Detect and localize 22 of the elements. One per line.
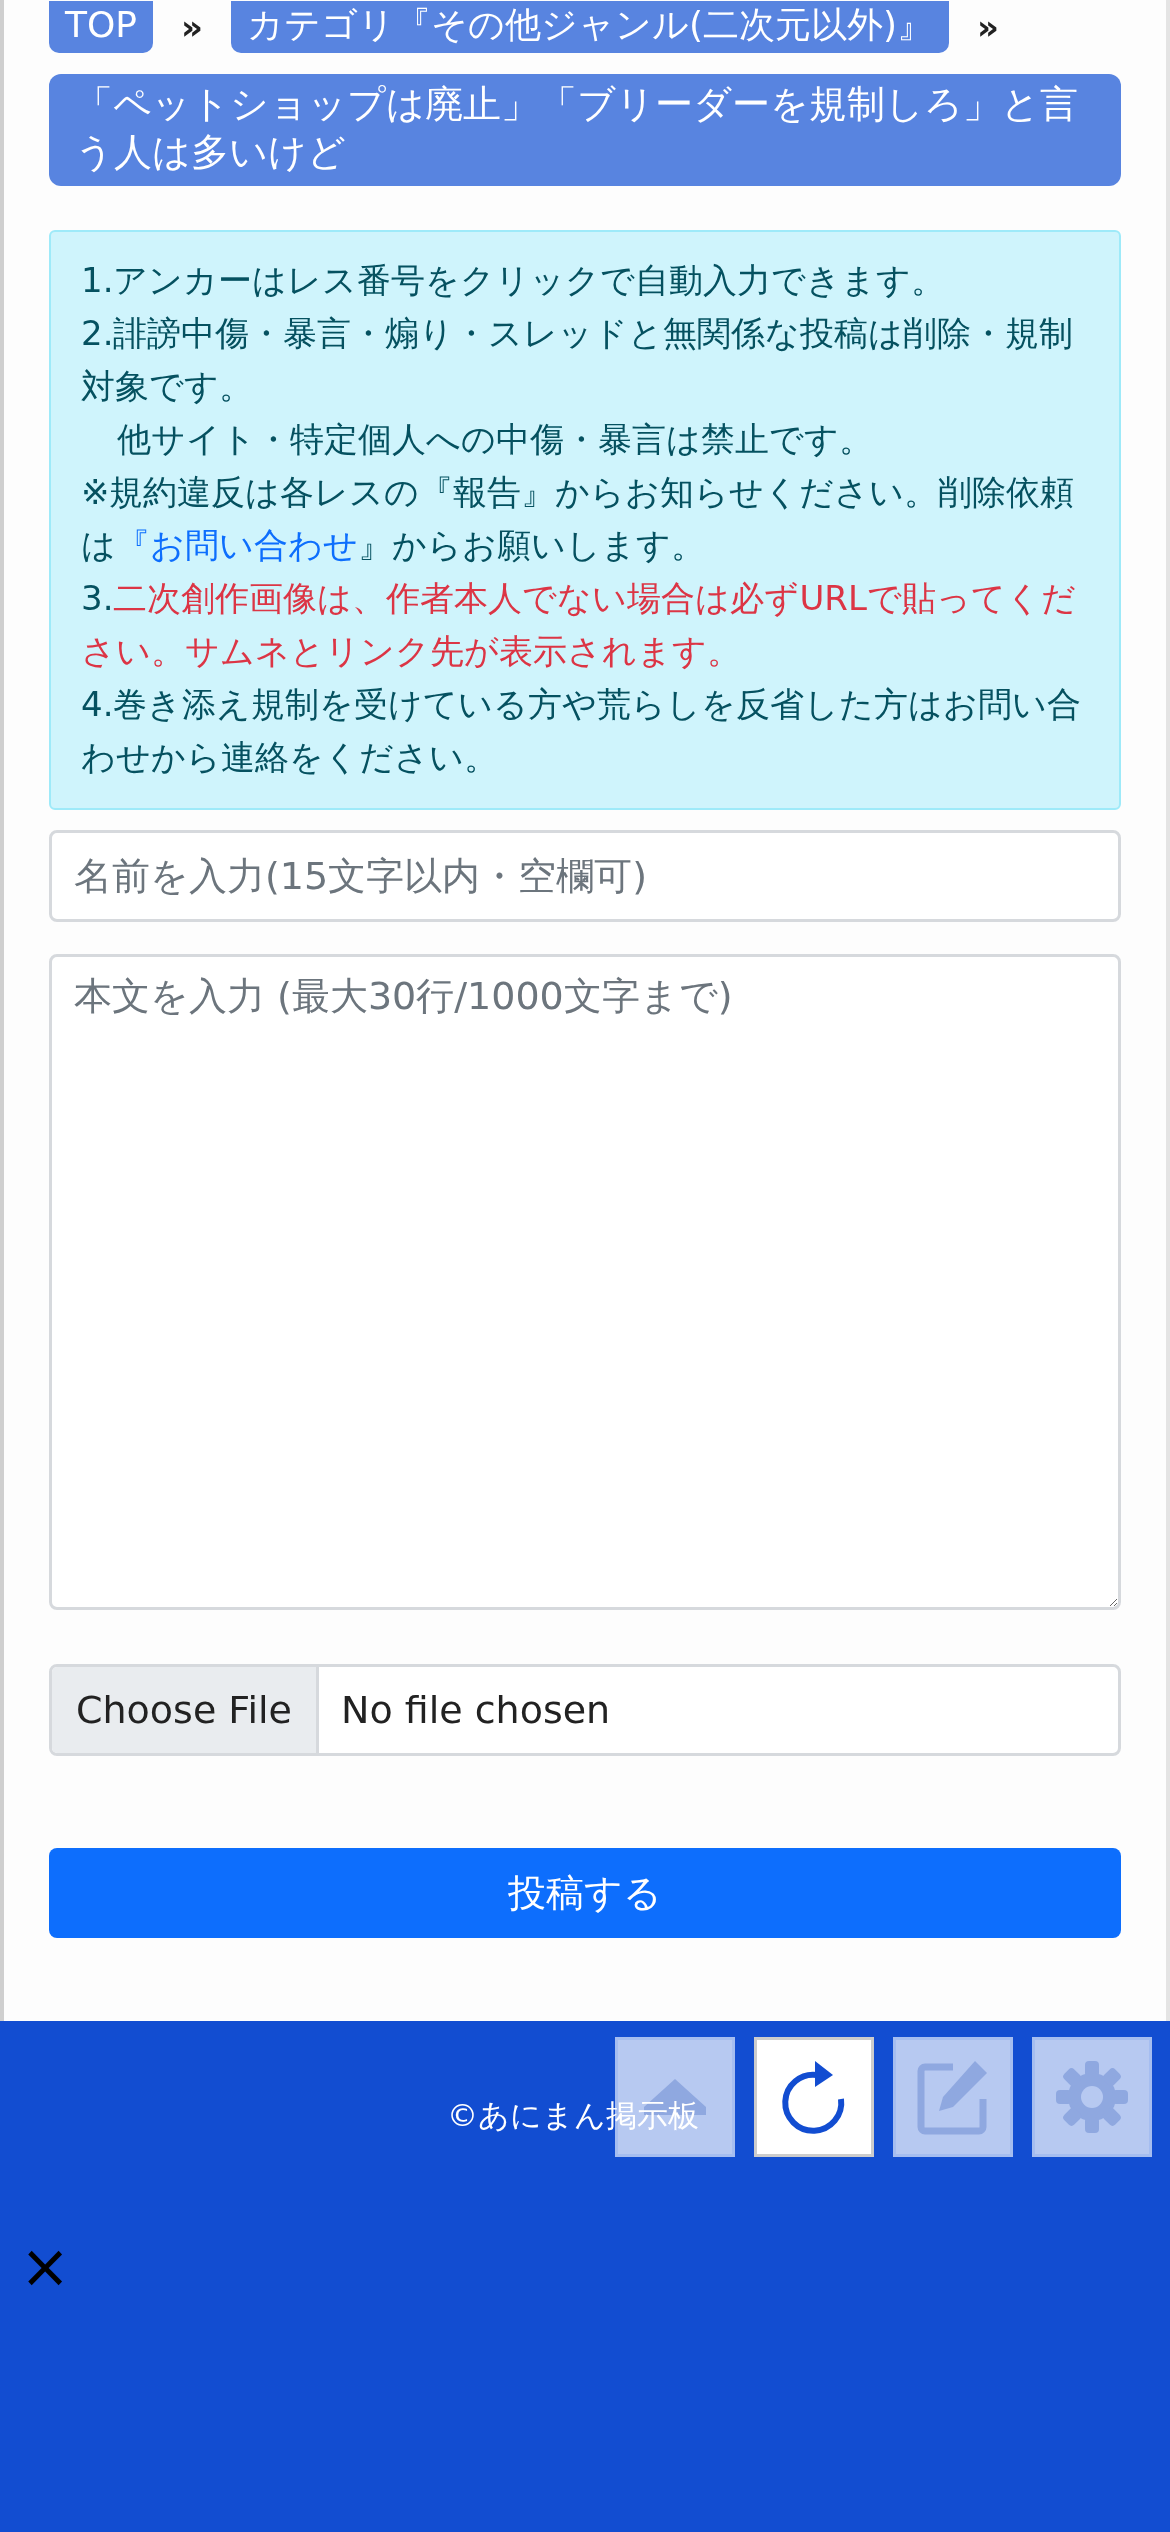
notice-text: 1.アンカーはレス番号をクリックで自動入力できます。 xyxy=(81,259,947,302)
breadcrumb-link[interactable]: カテゴリ『その他ジャンル(二次元以外)』 xyxy=(231,1,950,53)
notice-text: ※規約違反は各レスの『報告』からお知らせください。削除依頼は『お問い合わせ』からお願いします。 xyxy=(81,471,1076,567)
close-icon[interactable]: × xyxy=(20,2236,71,2296)
name-field[interactable]: 名前を入力(15文字以内・空欄可) xyxy=(49,830,1121,922)
notice-text: 他サイト・特定個人への中傷・暴言は禁止です。 xyxy=(116,418,874,461)
breadcrumb-link[interactable]: TOP xyxy=(49,1,154,53)
reload-button[interactable] xyxy=(754,2037,874,2157)
edit-button[interactable] xyxy=(893,2037,1013,2157)
choose-file-button[interactable]: Choose File xyxy=(52,1667,319,1753)
notice-text: 3.二次創作画像は、作者本人でない場合は必ずURLで貼ってください。サムネとリンク先が表示されます。 xyxy=(81,577,1077,673)
breadcrumb-separator: » xyxy=(977,7,1000,47)
settings-button[interactable] xyxy=(1032,2037,1152,2157)
notice-text: 4.巻き添え規制を受けている方や荒らしを反省した方はお問い合わせから連絡をください。 xyxy=(81,683,1083,779)
body-field[interactable]: 本文を入力 (最大30行/1000文字まで) xyxy=(49,954,1121,1610)
contact-link[interactable]: 『お問い合わせ xyxy=(116,525,358,565)
notice-text: 2.誹謗中傷・暴言・煽り・スレッドと無関係な投稿は削除・規制対象です。 xyxy=(81,312,1075,408)
submit-button[interactable]: 投稿する xyxy=(49,1848,1121,1938)
breadcrumb-separator: » xyxy=(181,7,203,47)
file-input[interactable]: Choose File No file chosen xyxy=(49,1664,1121,1756)
file-status: No file chosen xyxy=(339,1687,612,1734)
thread-title: 「ペットショップは廃止」「ブリーダーを規制しろ」と言う人は多いけど xyxy=(49,74,1121,186)
